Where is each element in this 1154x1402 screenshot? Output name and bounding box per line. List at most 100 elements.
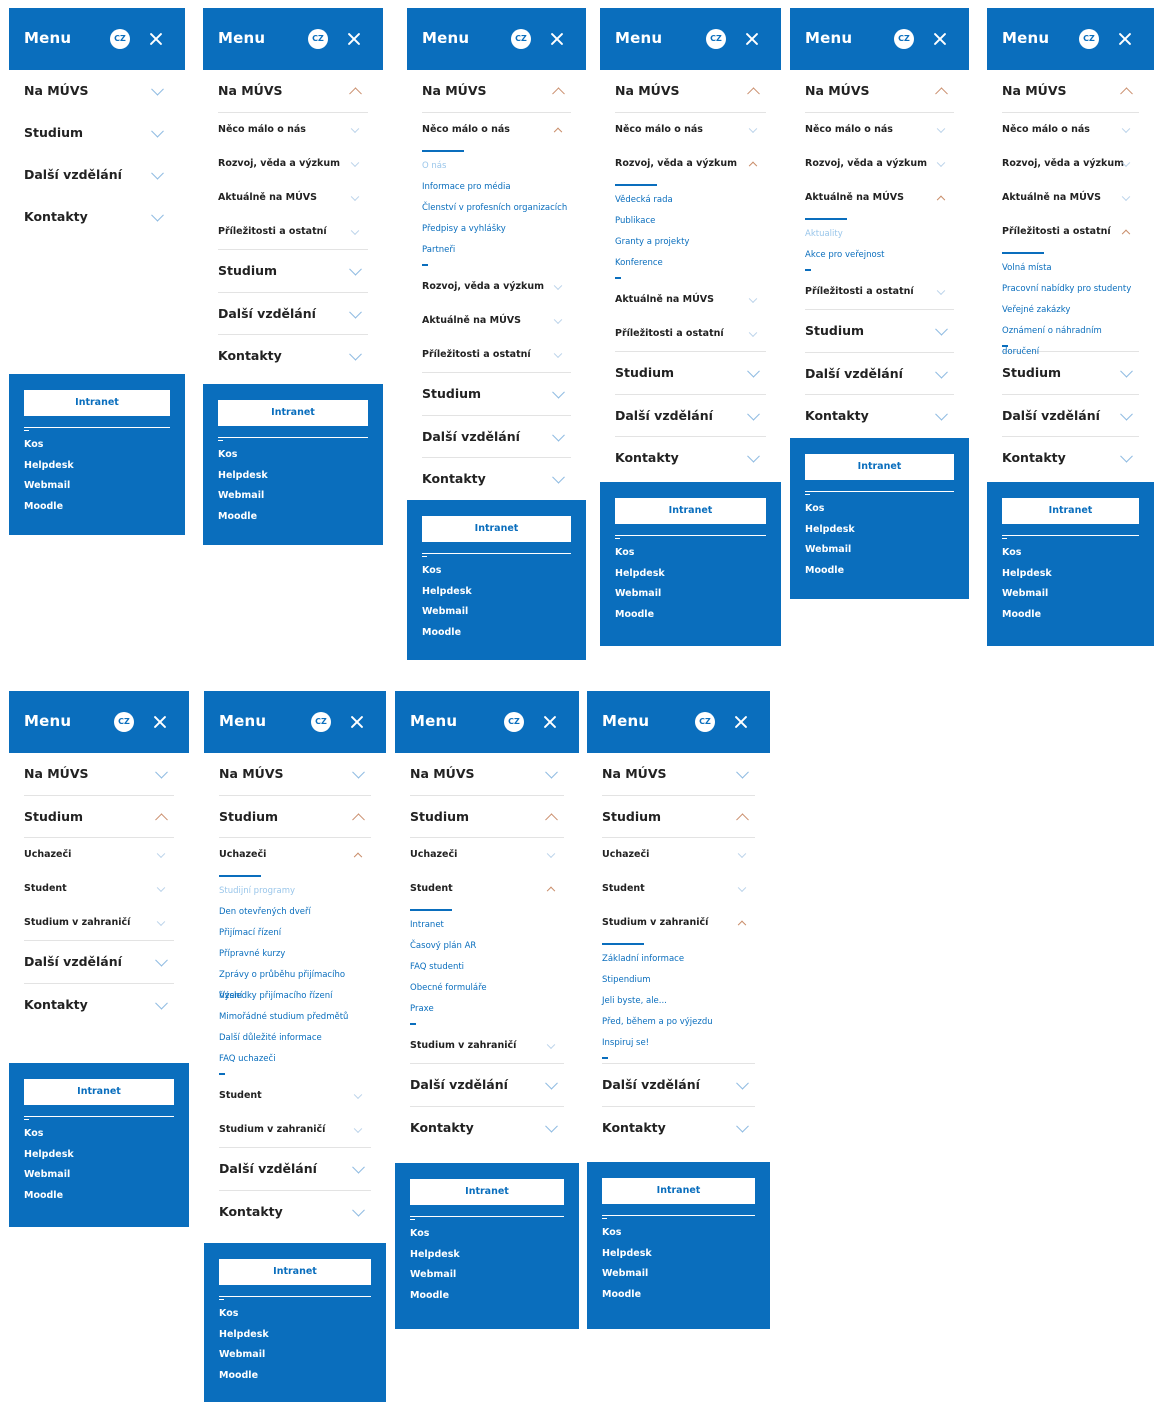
- submenu-item[interactable]: Student: [410, 872, 564, 906]
- submenu-item[interactable]: Studium v zahraničí: [24, 906, 174, 940]
- submenu-item[interactable]: Příležitosti a ostatní: [615, 317, 766, 351]
- footer-link[interactable]: Webmail: [615, 584, 766, 605]
- menu-item[interactable]: Kontakty: [24, 983, 174, 1025]
- menu-item[interactable]: Studium: [805, 310, 954, 352]
- submenu-item[interactable]: Studium v zahraničí: [602, 906, 755, 940]
- menu-item[interactable]: Další vzdělání: [24, 154, 170, 196]
- link-item[interactable]: Oznámení o náhradním doručení: [1002, 321, 1139, 357]
- footer-link[interactable]: Helpdesk: [805, 520, 954, 541]
- menu-item[interactable]: Kontakty: [410, 1106, 564, 1148]
- link-item[interactable]: FAQ uchazeči: [219, 1049, 371, 1070]
- submenu-item[interactable]: Rozvoj, věda a výzkum: [615, 147, 766, 181]
- close-icon[interactable]: [547, 29, 567, 49]
- menu-item[interactable]: Kontakty: [615, 436, 766, 478]
- footer-link[interactable]: Moodle: [219, 1366, 371, 1387]
- link-item[interactable]: Volná místa: [1002, 258, 1139, 279]
- submenu-item[interactable]: Aktuálně na MÚVS: [218, 181, 368, 215]
- footer-link[interactable]: Moodle: [422, 623, 571, 644]
- link-item[interactable]: Jeli byste, ale...: [602, 991, 755, 1012]
- language-toggle-button[interactable]: CZ: [308, 29, 328, 49]
- link-item[interactable]: Inspiruj se!: [602, 1033, 755, 1054]
- intranet-button[interactable]: Intranet: [24, 1079, 174, 1105]
- intranet-button[interactable]: Intranet: [219, 1259, 371, 1285]
- footer-link[interactable]: Kos: [602, 1223, 755, 1244]
- submenu-item[interactable]: Uchazeči: [410, 838, 564, 872]
- footer-link[interactable]: Helpdesk: [1002, 564, 1139, 585]
- footer-link[interactable]: Moodle: [1002, 605, 1139, 626]
- footer-link[interactable]: Webmail: [805, 540, 954, 561]
- footer-link[interactable]: Moodle: [602, 1285, 755, 1306]
- footer-link[interactable]: Webmail: [1002, 584, 1139, 605]
- footer-link[interactable]: Webmail: [410, 1265, 564, 1286]
- language-toggle-button[interactable]: CZ: [110, 29, 130, 49]
- close-icon[interactable]: [344, 29, 364, 49]
- link-item[interactable]: Stipendium: [602, 970, 755, 991]
- footer-link[interactable]: Helpdesk: [615, 564, 766, 585]
- submenu-item[interactable]: Aktuálně na MÚVS: [422, 304, 571, 338]
- footer-link[interactable]: Kos: [218, 445, 368, 466]
- close-icon[interactable]: [1115, 29, 1135, 49]
- link-item[interactable]: O nás: [422, 156, 571, 177]
- menu-item[interactable]: Kontakty: [218, 334, 368, 376]
- submenu-item[interactable]: Rozvoj, věda a výzkum: [218, 147, 368, 181]
- close-icon[interactable]: [347, 712, 367, 732]
- submenu-item[interactable]: Rozvoj, věda a výzkum: [1002, 147, 1139, 181]
- link-item[interactable]: Granty a projekty: [615, 232, 766, 253]
- menu-item[interactable]: Kontakty: [219, 1190, 371, 1232]
- menu-item[interactable]: Studium: [615, 352, 766, 394]
- close-icon[interactable]: [930, 29, 950, 49]
- footer-link[interactable]: Webmail: [24, 1165, 174, 1186]
- footer-link[interactable]: Moodle: [410, 1286, 564, 1307]
- menu-item[interactable]: Studium: [24, 112, 170, 154]
- menu-item[interactable]: Kontakty: [1002, 436, 1139, 478]
- intranet-button[interactable]: Intranet: [218, 400, 368, 426]
- menu-item[interactable]: Kontakty: [602, 1106, 755, 1148]
- submenu-item[interactable]: Příležitosti a ostatní: [422, 338, 571, 372]
- language-toggle-button[interactable]: CZ: [511, 29, 531, 49]
- intranet-button[interactable]: Intranet: [24, 390, 170, 416]
- footer-link[interactable]: Webmail: [422, 602, 571, 623]
- link-item[interactable]: Intranet: [410, 915, 564, 936]
- footer-link[interactable]: Helpdesk: [218, 466, 368, 487]
- close-icon[interactable]: [731, 712, 751, 732]
- submenu-item[interactable]: Aktuálně na MÚVS: [805, 181, 954, 215]
- link-item[interactable]: Přípravné kurzy: [219, 944, 371, 965]
- submenu-item[interactable]: Aktuálně na MÚVS: [615, 283, 766, 317]
- close-icon[interactable]: [146, 29, 166, 49]
- menu-item[interactable]: Další vzdělání: [24, 941, 174, 983]
- menu-item[interactable]: Studium: [602, 795, 755, 837]
- link-item[interactable]: Vědecká rada: [615, 190, 766, 211]
- link-item[interactable]: Aktuality: [805, 224, 954, 245]
- close-icon[interactable]: [742, 29, 762, 49]
- menu-item[interactable]: Další vzdělání: [1002, 394, 1139, 436]
- menu-item[interactable]: Na MÚVS: [219, 753, 371, 795]
- language-toggle-button[interactable]: CZ: [1079, 29, 1099, 49]
- submenu-item[interactable]: Student: [24, 872, 174, 906]
- link-item[interactable]: Praxe: [410, 999, 564, 1020]
- footer-link[interactable]: Webmail: [219, 1345, 371, 1366]
- menu-item[interactable]: Kontakty: [24, 196, 170, 238]
- intranet-button[interactable]: Intranet: [1002, 498, 1139, 524]
- menu-item[interactable]: Na MÚVS: [422, 70, 571, 112]
- close-icon[interactable]: [540, 712, 560, 732]
- footer-link[interactable]: Webmail: [24, 476, 170, 497]
- footer-link[interactable]: Moodle: [24, 497, 170, 518]
- menu-item[interactable]: Studium: [1002, 352, 1139, 394]
- footer-link[interactable]: Helpdesk: [24, 1145, 174, 1166]
- menu-item[interactable]: Na MÚVS: [1002, 70, 1139, 112]
- language-toggle-button[interactable]: CZ: [311, 712, 331, 732]
- footer-link[interactable]: Kos: [24, 1124, 174, 1145]
- language-toggle-button[interactable]: CZ: [114, 712, 134, 732]
- footer-link[interactable]: Kos: [615, 543, 766, 564]
- footer-link[interactable]: Helpdesk: [602, 1244, 755, 1265]
- link-item[interactable]: Výsledky přijímacího řízení: [219, 986, 371, 1007]
- link-item[interactable]: Další důležité informace: [219, 1028, 371, 1049]
- submenu-item[interactable]: Něco málo o nás: [422, 113, 571, 147]
- submenu-item[interactable]: Uchazeči: [24, 838, 174, 872]
- menu-item[interactable]: Studium: [218, 250, 368, 292]
- menu-item[interactable]: Další vzdělání: [805, 352, 954, 394]
- menu-item[interactable]: Na MÚVS: [615, 70, 766, 112]
- menu-item[interactable]: Kontakty: [422, 457, 571, 499]
- link-item[interactable]: Veřejné zakázky: [1002, 300, 1139, 321]
- link-item[interactable]: Předpisy a vyhlášky: [422, 219, 571, 240]
